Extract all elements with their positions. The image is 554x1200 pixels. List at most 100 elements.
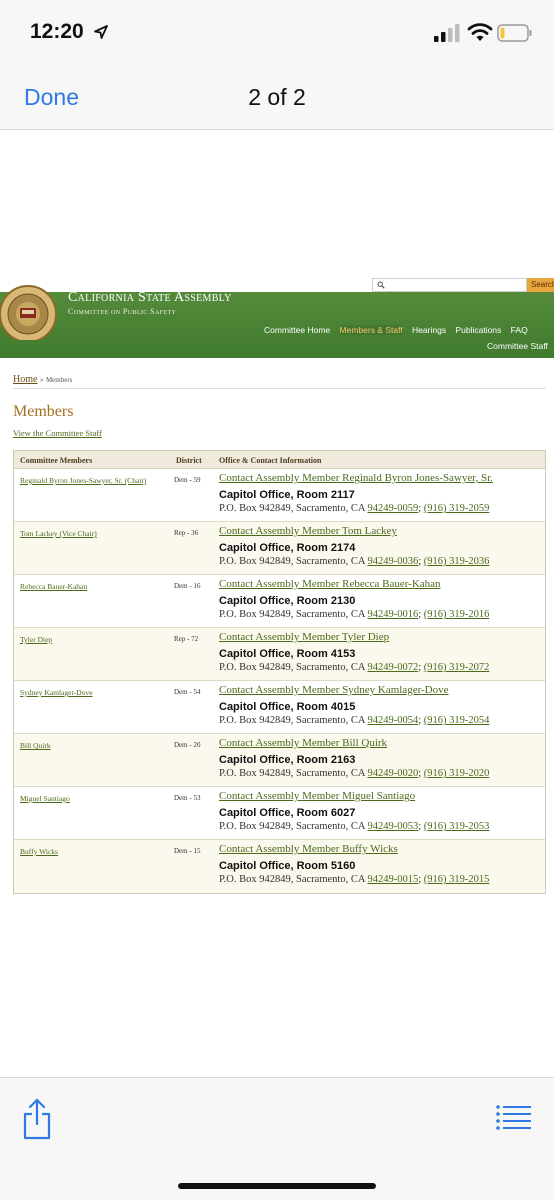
member-name-link[interactable]: Bill Quirk [20,741,51,750]
zip-link[interactable]: 94249-0072 [367,662,418,673]
divider [13,388,546,389]
member-district: Dem - 20 [174,741,201,749]
capitol-office: Capitol Office, Room 2130 [219,595,356,607]
contact-member-link[interactable]: Contact Assembly Member Reginald Byron J… [219,472,493,484]
location-arrow-icon [94,25,108,39]
header-committee-members: Committee Members [20,456,93,465]
share-icon[interactable] [22,1098,52,1140]
address-separator: ; [418,503,422,514]
address-separator: ; [418,874,422,885]
member-name-link[interactable]: Rebecca Bauer-Kahan [20,582,87,591]
zip-link[interactable]: 94249-0020 [367,768,418,779]
contact-member-link[interactable]: Contact Assembly Member Bill Quirk [219,737,387,749]
member-name-link[interactable]: Reginald Byron Jones-Sawyer, Sr. (Chair) [20,476,146,485]
zip-link[interactable]: 94249-0053 [367,821,418,832]
address-text: P.O. Box 942849, Sacramento, CA [219,874,365,885]
breadcrumb-home-link[interactable]: Home [13,374,37,385]
members-table: Committee Members District Office & Cont… [13,450,546,894]
mailing-address: P.O. Box 942849, Sacramento, CA 94249-00… [219,768,489,779]
contact-member-link[interactable]: Contact Assembly Member Sydney Kamlager-… [219,684,449,696]
contact-member-link[interactable]: Contact Assembly Member Miguel Santiago [219,790,415,802]
view-staff-link[interactable]: View the Committee Staff [13,428,102,438]
nav-committee-staff[interactable]: Committee Staff [487,341,548,351]
address-separator: ; [418,768,422,779]
breadcrumb-current: Members [45,376,73,384]
table-row: Rebecca Bauer-Kahan Dem - 16 Contact Assem… [14,575,545,628]
capitol-office: Capitol Office, Room 2174 [219,542,356,554]
address-text: P.O. Box 942849, Sacramento, CA [219,662,365,673]
page-counter-title: 2 of 2 [248,84,306,110]
member-district: Dem - 53 [174,794,201,802]
nav-members-staff[interactable]: Members & Staff [339,325,403,335]
contact-member-link[interactable]: Contact Assembly Member Tom Lackey [219,525,397,537]
member-name-link[interactable]: Tyler Diep [20,635,52,644]
phone-link[interactable]: (916) 319-2059 [424,503,490,514]
table-row: Tyler Diep Rep - 72 Contact Assembly Membe… [14,628,545,681]
site-header: Search California State Assembly Committ… [0,278,554,358]
breadcrumb: Home » Members [13,374,72,385]
address-text: P.O. Box 942849, Sacramento, CA [219,556,365,567]
zip-link[interactable]: 94249-0059 [367,503,418,514]
site-title[interactable]: California State Assembly [68,290,232,306]
member-district: Rep - 36 [174,529,199,537]
phone-link[interactable]: (916) 319-2053 [424,821,490,832]
capitol-office: Capitol Office, Room 5160 [219,860,356,872]
address-separator: ; [418,556,422,567]
page-heading: Members [13,403,74,420]
phone-link[interactable]: (916) 319-2054 [424,715,490,726]
address-separator: ; [418,715,422,726]
ios-top-bar: 12:20 Done 2 of 2 [0,0,554,130]
nav-committee-home[interactable]: Committee Home [264,325,330,335]
zip-link[interactable]: 94249-0054 [367,715,418,726]
address-text: P.O. Box 942849, Sacramento, CA [219,609,365,620]
nav-publications[interactable]: Publications [455,325,501,335]
address-separator: ; [418,609,422,620]
contact-member-link[interactable]: Contact Assembly Member Rebecca Bauer-Ka… [219,578,441,590]
mailing-address: P.O. Box 942849, Sacramento, CA 94249-00… [219,874,489,885]
address-separator: ; [418,662,422,673]
address-text: P.O. Box 942849, Sacramento, CA [219,715,365,726]
phone-link[interactable]: (916) 319-2072 [424,662,490,673]
nav-hearings[interactable]: Hearings [412,325,446,335]
member-name-link[interactable]: Tom Lackey (Vice Chair) [20,529,97,538]
phone-link[interactable]: (916) 319-2015 [424,874,490,885]
phone-link[interactable]: (916) 319-2036 [424,556,490,567]
address-text: P.O. Box 942849, Sacramento, CA [219,821,365,832]
table-row: Buffy Wicks Dem - 15 Contact Assembly Memb… [14,840,545,893]
table-row: Bill Quirk Dem - 20 Contact Assembly Membe… [14,734,545,787]
capitol-office: Capitol Office, Room 6027 [219,807,356,819]
zip-link[interactable]: 94249-0016 [367,609,418,620]
phone-link[interactable]: (916) 319-2020 [424,768,490,779]
search-input[interactable] [372,278,527,292]
zip-link[interactable]: 94249-0036 [367,556,418,567]
capitol-office: Capitol Office, Room 4153 [219,648,356,660]
phone-link[interactable]: (916) 319-2016 [424,609,490,620]
table-row: Tom Lackey (Vice Chair) Rep - 36 Contact A… [14,522,545,575]
contact-member-link[interactable]: Contact Assembly Member Buffy Wicks [219,843,398,855]
capitol-office: Capitol Office, Room 4015 [219,701,356,713]
mailing-address: P.O. Box 942849, Sacramento, CA 94249-00… [219,662,489,673]
search-button[interactable]: Search [527,278,554,292]
member-name-link[interactable]: Buffy Wicks [20,847,58,856]
address-text: P.O. Box 942849, Sacramento, CA [219,768,365,779]
contact-member-link[interactable]: Contact Assembly Member Tyler Diep [219,631,389,643]
member-district: Dem - 16 [174,582,201,590]
home-indicator[interactable] [178,1183,376,1189]
list-icon[interactable] [496,1104,532,1132]
site-nav: Committee Home Members & Staff Hearings … [264,325,535,335]
address-separator: ; [418,821,422,832]
member-name-link[interactable]: Miguel Santiago [20,794,70,803]
state-seal-logo [0,285,57,340]
header-contact: Office & Contact Information [219,456,322,465]
breadcrumb-separator: » [39,376,44,384]
mailing-address: P.O. Box 942849, Sacramento, CA 94249-00… [219,556,489,567]
table-header: Committee Members District Office & Cont… [14,451,545,469]
mailing-address: P.O. Box 942849, Sacramento, CA 94249-00… [219,715,489,726]
search-icon [377,281,385,289]
zip-link[interactable]: 94249-0015 [367,874,418,885]
ios-bottom-toolbar [0,1077,554,1200]
nav-faq[interactable]: FAQ [511,325,528,335]
capitol-office: Capitol Office, Room 2163 [219,754,356,766]
mailing-address: P.O. Box 942849, Sacramento, CA 94249-00… [219,609,489,620]
member-name-link[interactable]: Sydney Kamlager-Dove [20,688,93,697]
